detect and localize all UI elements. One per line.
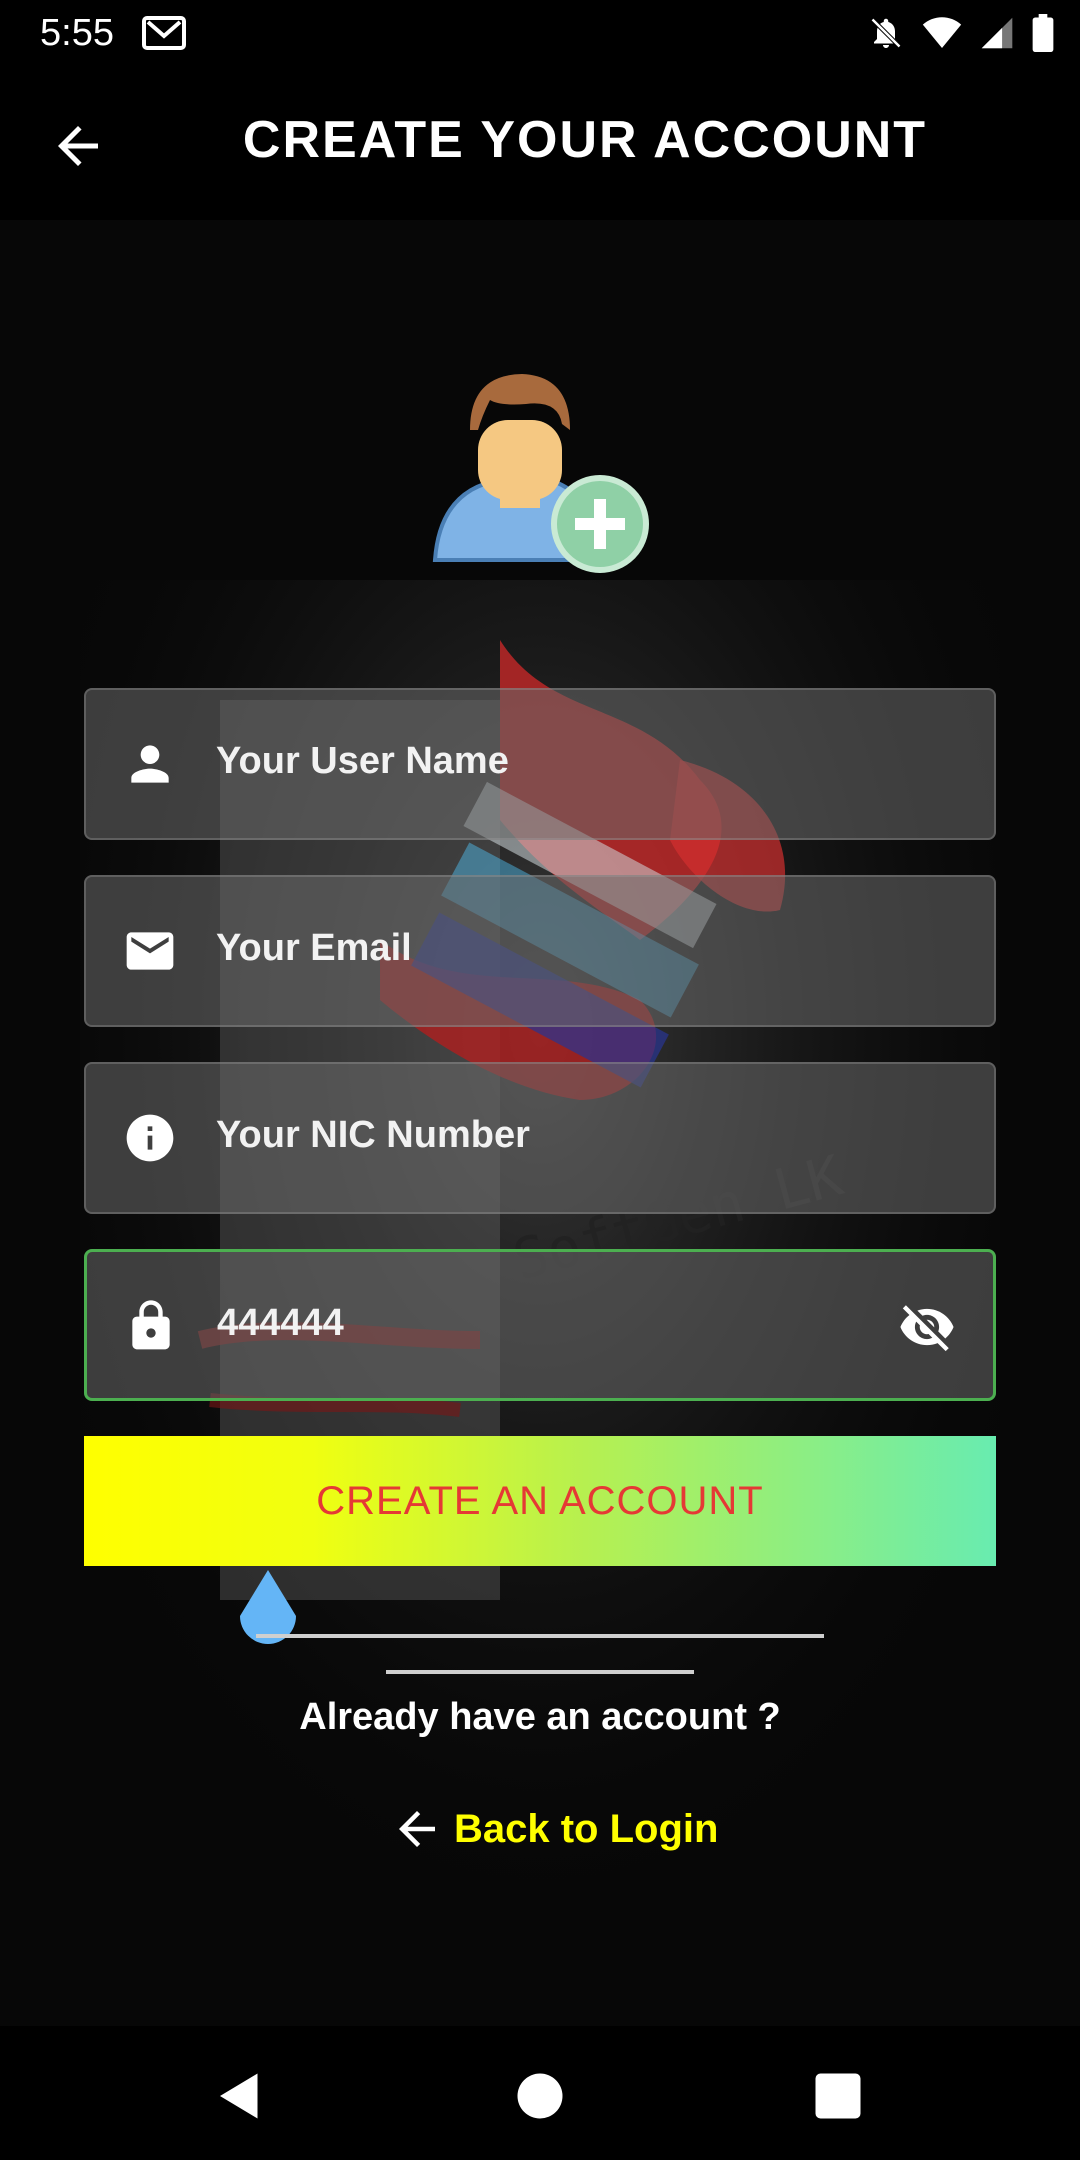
- envelope-icon: [126, 932, 174, 970]
- system-nav-bar: [0, 2026, 1080, 2160]
- email-placeholder: Your Email: [216, 927, 412, 969]
- divider: [386, 1670, 694, 1674]
- divider: [256, 1634, 824, 1638]
- person-icon: [131, 745, 169, 783]
- eye-off-icon[interactable]: [895, 1298, 959, 1356]
- cellular-signal-icon: [981, 17, 1013, 49]
- page-title: CREATE YOUR ACCOUNT: [242, 111, 928, 169]
- wifi-icon: [922, 17, 962, 48]
- status-time: 5:55: [40, 12, 114, 54]
- gmail-notification-icon: [142, 16, 186, 50]
- nav-back-icon[interactable]: [210, 2066, 270, 2126]
- lock-icon: [132, 1300, 170, 1350]
- email-field[interactable]: Your Email: [84, 875, 996, 1027]
- nic-field[interactable]: Your NIC Number: [84, 1062, 996, 1214]
- create-account-button[interactable]: CREATE AN ACCOUNT: [84, 1436, 996, 1566]
- nav-home-icon[interactable]: [510, 2066, 570, 2126]
- already-have-account-text: Already have an account ?: [299, 1696, 781, 1738]
- create-account-label: CREATE AN ACCOUNT: [316, 1478, 764, 1523]
- add-user-avatar-icon[interactable]: [430, 360, 660, 580]
- back-to-login-label: Back to Login: [454, 1806, 719, 1851]
- status-icons: [868, 14, 1054, 52]
- password-value: 444444: [217, 1302, 344, 1344]
- back-to-login-link[interactable]: Back to Login: [390, 1802, 718, 1856]
- notifications-off-icon: [870, 17, 902, 49]
- battery-icon: [1032, 14, 1054, 52]
- username-field[interactable]: Your User Name: [84, 688, 996, 840]
- content-area: SoftGen LK Your User Name Your Email You…: [0, 220, 1080, 2026]
- app-bar: CREATE YOUR ACCOUNT: [0, 66, 1080, 220]
- info-icon: [126, 1114, 174, 1162]
- status-bar: 5:55: [0, 0, 1080, 66]
- nic-placeholder: Your NIC Number: [216, 1114, 530, 1156]
- username-placeholder: Your User Name: [216, 740, 509, 782]
- arrow-left-icon: [399, 1811, 435, 1847]
- password-field[interactable]: 444444: [84, 1249, 996, 1401]
- nav-recents-icon[interactable]: [808, 2066, 868, 2126]
